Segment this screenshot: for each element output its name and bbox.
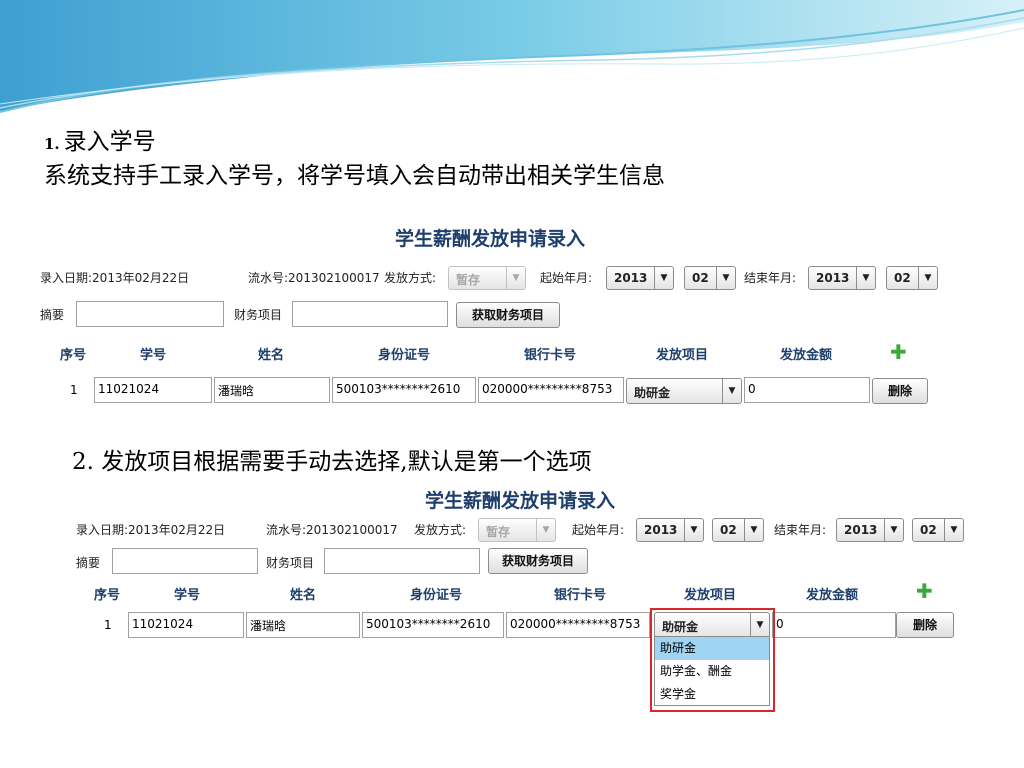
bank-card-field: 020000*********8753 [506,612,650,638]
column-header-name: 姓名 [290,588,317,603]
payment-method-select[interactable]: 暂存 ▼ [448,266,526,290]
chevron-down-icon: ▼ [744,519,763,541]
student-id-input[interactable]: 11021024 [128,612,244,638]
column-header-index: 序号 [60,348,87,363]
end-year-select[interactable]: 2013 ▼ [808,266,876,290]
payment-item-value: 助研金 [634,386,671,400]
column-header-student-id: 学号 [140,348,167,363]
chevron-down-icon: ▼ [536,519,555,541]
end-month-label: 结束年月: [774,523,827,537]
get-finance-item-button[interactable]: 获取财务项目 [488,548,588,574]
chevron-down-icon: ▼ [716,267,735,289]
chevron-down-icon: ▼ [944,519,963,541]
student-name-field: 潘瑞晗 [214,377,330,403]
finance-item-label: 财务项目 [234,308,283,322]
get-finance-item-button[interactable]: 获取财务项目 [456,302,560,328]
summary-label: 摘要 [76,556,101,570]
payment-method-value: 暂存 [486,525,511,539]
section-1-description: 系统支持手工录入学号，将学号填入会自动带出相关学生信息 [44,163,665,189]
summary-label: 摘要 [40,308,65,322]
row-index: 1 [104,618,112,632]
end-month-value: 02 [920,523,937,537]
payment-method-label: 发放方式: [384,271,437,285]
serial-number-label: 流水号:201302100017 [248,271,380,285]
amount-input[interactable]: 0 [744,377,870,403]
entry-date-label: 录入日期:2013年02月22日 [40,271,190,285]
column-header-name: 姓名 [258,348,285,363]
end-year-select[interactable]: 2013 ▼ [836,518,904,542]
chevron-down-icon: ▼ [856,267,875,289]
serial-number-label: 流水号:201302100017 [266,523,398,537]
column-header-index: 序号 [94,588,121,603]
column-header-bank-card: 银行卡号 [524,348,577,363]
finance-item-input[interactable] [292,301,448,327]
section-1-title: 录入学号 [63,129,156,155]
row-index: 1 [70,383,78,397]
payment-method-select[interactable]: 暂存 ▼ [478,518,556,542]
summary-input[interactable] [76,301,224,327]
end-month-select[interactable]: 02 ▼ [886,266,938,290]
id-card-field: 500103********2610 [362,612,504,638]
end-month-select[interactable]: 02 ▼ [912,518,964,542]
column-header-id-card: 身份证号 [410,588,463,603]
bank-card-field: 020000*********8753 [478,377,624,403]
column-header-id-card: 身份证号 [378,348,431,363]
highlight-box [650,608,775,712]
end-year-value: 2013 [844,523,878,537]
end-month-label: 结束年月: [744,271,797,285]
payment-method-value: 暂存 [456,273,481,287]
salary-entry-form-2: 学生薪酬发放申请录入 录入日期:2013年02月22日 流水号:20130210… [70,478,970,716]
salary-entry-form-1: 学生薪酬发放申请录入 录入日期:2013年02月22日 流水号:20130210… [34,216,946,412]
chevron-down-icon: ▼ [506,267,525,289]
section-2-heading: 2. 发放项目根据需要手动去选择,默认是第一个选项 [72,449,592,475]
start-month-label: 起始年月: [572,523,625,537]
add-row-icon[interactable]: ✚ [916,581,933,601]
entry-date-label: 录入日期:2013年02月22日 [76,523,226,537]
end-month-value: 02 [894,271,911,285]
chevron-down-icon: ▼ [884,519,903,541]
id-card-field: 500103********2610 [332,377,476,403]
finance-item-input[interactable] [324,548,480,574]
amount-input[interactable]: 0 [772,612,896,638]
column-header-bank-card: 银行卡号 [554,588,607,603]
section-1-number: 1. [44,135,60,153]
column-header-student-id: 学号 [174,588,201,603]
end-year-value: 2013 [816,271,850,285]
start-year-value: 2013 [614,271,648,285]
start-month-label: 起始年月: [540,271,593,285]
chevron-down-icon: ▼ [654,267,673,289]
section-1-heading: 1. 录入学号 [44,122,156,156]
start-month-value: 02 [692,271,709,285]
start-month-select[interactable]: 02 ▼ [684,266,736,290]
delete-row-button[interactable]: 删除 [896,612,954,638]
student-id-input[interactable]: 11021024 [94,377,212,403]
delete-row-button[interactable]: 删除 [872,378,928,404]
column-header-payment-item: 发放项目 [684,588,737,603]
chevron-down-icon: ▼ [918,267,937,289]
form-title: 学生薪酬发放申请录入 [424,490,615,512]
finance-item-label: 财务项目 [266,556,315,570]
chevron-down-icon: ▼ [722,379,741,403]
header-wave-decoration [0,0,1024,113]
start-year-value: 2013 [644,523,678,537]
start-year-select[interactable]: 2013 ▼ [636,518,704,542]
summary-input[interactable] [112,548,258,574]
student-name-field: 潘瑞晗 [246,612,360,638]
form-title: 学生薪酬发放申请录入 [394,228,585,250]
column-header-payment-item: 发放项目 [656,348,709,363]
start-year-select[interactable]: 2013 ▼ [606,266,674,290]
start-month-value: 02 [720,523,737,537]
payment-method-label: 发放方式: [414,523,467,537]
column-header-amount: 发放金额 [780,348,833,363]
column-header-amount: 发放金额 [806,588,859,603]
start-month-select[interactable]: 02 ▼ [712,518,764,542]
payment-item-select[interactable]: 助研金 ▼ [626,378,742,404]
chevron-down-icon: ▼ [684,519,703,541]
add-row-icon[interactable]: ✚ [890,342,907,362]
